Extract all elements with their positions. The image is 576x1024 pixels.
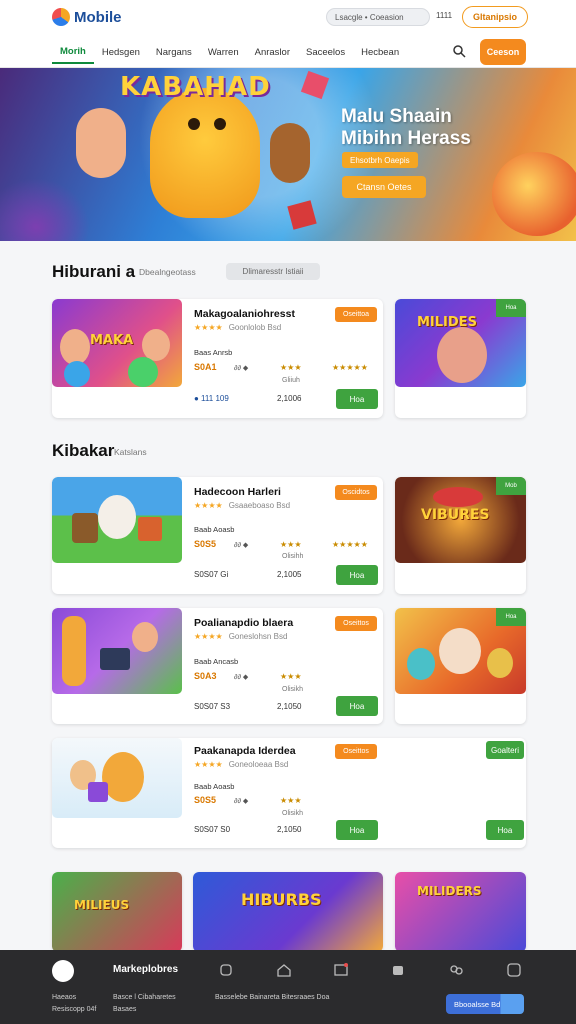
- star-rating: ★★★★ Goneslohsn Bsd: [194, 632, 288, 641]
- rating-stars-b: ★★★★★: [332, 540, 368, 549]
- card-action-button[interactable]: Hoa: [336, 696, 378, 716]
- tile-ribbon: Hoa: [496, 299, 526, 317]
- card-tag[interactable]: Oseittoa: [335, 307, 377, 322]
- game-meta: Baab Ancasb: [194, 657, 239, 666]
- game-card[interactable]: MAKA Makagoalaniohresst ★★★★ Goonlolob Bs…: [52, 299, 383, 418]
- card-action-button[interactable]: Hoa: [336, 389, 378, 409]
- rating-stars: ★★★: [280, 540, 302, 549]
- logo-icon: [52, 8, 70, 26]
- inbox-icon[interactable]: [333, 962, 349, 978]
- section-subtitle: Dbealngeotass: [139, 267, 196, 277]
- bottom-game-tile[interactable]: MILIEUS: [52, 872, 182, 952]
- side-game-tile[interactable]: VIBURES Mob: [395, 477, 526, 594]
- top-count: 1111: [436, 11, 453, 20]
- friends-icon[interactable]: [448, 962, 464, 978]
- card-footer-left: ● 111 109: [194, 394, 229, 403]
- nav-item-home[interactable]: Morih: [52, 40, 94, 64]
- card-footer-count: 2,1006: [277, 394, 302, 403]
- section-filter-pill[interactable]: Dlimaresstr Istiaii: [226, 263, 320, 280]
- bottom-bar-title: Markeplobres: [113, 964, 179, 975]
- hero-banner[interactable]: KABAHAD Malu Shaain Mibihn Herass Ehsotb…: [0, 68, 576, 241]
- hero-tag[interactable]: Ehsotbrh Oaepis: [342, 152, 418, 168]
- gamepad-icon[interactable]: [390, 962, 406, 978]
- logo-text: Mobile: [74, 8, 122, 26]
- hero-sign: KABAHAD: [120, 72, 271, 102]
- bottom-bar-button[interactable]: Bbooalsse Bd: [446, 994, 524, 1014]
- card-action-button[interactable]: Hoa: [336, 565, 378, 585]
- card-tag[interactable]: Oseittos: [335, 616, 377, 631]
- profile-icon[interactable]: [506, 962, 522, 978]
- game-card[interactable]: Poalianapdio blaera ★★★★ Goneslohsn Bsd B…: [52, 608, 383, 724]
- card-footer-left: S0S07 S3: [194, 702, 231, 711]
- nav-item-4[interactable]: Warren: [200, 40, 247, 64]
- hero-character-bear: [270, 123, 310, 183]
- game-title[interactable]: Paakanapda Iderdea: [194, 745, 296, 757]
- bottom-game-tile[interactable]: HIBURBS: [193, 872, 383, 952]
- card-tag[interactable]: Oseittos: [335, 744, 377, 759]
- card-footer-count: 2,1050: [277, 825, 302, 834]
- hero-button[interactable]: Ctansn Oetes: [342, 176, 426, 198]
- hero-title: Malu Shaain Mibihn Herass: [341, 106, 471, 149]
- star-rating: ★★★★ Goonlolob Bsd: [194, 323, 282, 332]
- game-meta: Baab Aoasb: [194, 525, 235, 534]
- nav-item-6[interactable]: Saceelos: [298, 40, 353, 64]
- nav-item-5[interactable]: Anraslor: [247, 40, 298, 64]
- game-thumbnail[interactable]: [52, 608, 182, 694]
- section-subtitle: Katslans: [114, 447, 147, 457]
- game-thumbnail[interactable]: [52, 477, 182, 563]
- card-footer-left: S0S07 Gi: [194, 570, 229, 579]
- home-icon[interactable]: [276, 962, 292, 978]
- game-card[interactable]: Hadecoon Harleri ★★★★ Gsaaeboaso Bsd Baab…: [52, 477, 383, 594]
- panda-avatar-icon[interactable]: [52, 960, 74, 982]
- game-card[interactable]: Paakanapda Iderdea ★★★★ Goneoloeaa Bsd Ba…: [52, 738, 526, 848]
- tile-ribbon: Hoa: [496, 608, 526, 626]
- section-title: Hiburani a: [52, 262, 136, 281]
- game-title[interactable]: Hadecoon Harleri: [194, 486, 281, 498]
- game-title[interactable]: Makagoalaniohresst: [194, 308, 295, 320]
- rating-stars-b: ★★★★★: [332, 363, 368, 372]
- star-rating: ★★★★ Goneoloeaa Bsd: [194, 760, 289, 769]
- nav-item-7[interactable]: Hecbean: [353, 40, 407, 64]
- card-tag[interactable]: Oscidtos: [335, 485, 377, 500]
- bottom-game-tile[interactable]: MILIDERS: [395, 872, 526, 952]
- main-nav: Morih Hedsgen Nargans Warren Anraslor Sa…: [52, 40, 407, 64]
- rating-stars: ★★★: [280, 672, 302, 681]
- game-title[interactable]: Poalianapdio blaera: [194, 617, 293, 629]
- game-price: S0S5: [194, 539, 217, 549]
- hero-leaf-decoration: [0, 178, 90, 241]
- tile-action-button[interactable]: Hoa: [486, 820, 524, 840]
- game-meta: Baas Anrsb: [194, 348, 233, 357]
- top-search-input[interactable]: Lsacgle • Coeasion: [326, 8, 430, 26]
- hero-character-girl: [76, 108, 126, 178]
- game-price: S0A1: [194, 362, 217, 372]
- nav-item-3[interactable]: Nargans: [148, 40, 200, 64]
- side-game-tile[interactable]: Hoa: [395, 608, 526, 724]
- rating-stars: ★★★: [280, 363, 302, 372]
- nav-item-2[interactable]: Hedsgen: [94, 40, 148, 64]
- game-price: S0S5: [194, 795, 217, 805]
- card-footer-count: 2,1050: [277, 702, 302, 711]
- star-rating: ★★★★ Gsaaeboaso Bsd: [194, 501, 291, 510]
- rating-stars: ★★★: [280, 796, 302, 805]
- card-footer-left: S0S07 S0: [194, 825, 231, 834]
- tile-ribbon-button[interactable]: Goalteri: [486, 741, 524, 759]
- hero-balloon: [492, 152, 576, 236]
- hero-mascot: [150, 88, 260, 218]
- nav-cta-button[interactable]: Ceeson: [480, 39, 526, 65]
- game-thumbnail[interactable]: MAKA: [52, 299, 182, 387]
- section-title: Kibakar: [52, 441, 115, 460]
- phone-icon[interactable]: [218, 962, 234, 978]
- search-icon[interactable]: [452, 44, 466, 58]
- game-meta: Baab Aoasb: [194, 782, 235, 791]
- top-action-button[interactable]: Gltanipsio: [462, 6, 528, 28]
- logo[interactable]: Mobile: [52, 8, 122, 26]
- site-header: Mobile Lsacgle • Coeasion 1111 Gltanipsi…: [0, 0, 576, 68]
- side-game-tile[interactable]: MILIDES Hoa: [395, 299, 526, 418]
- game-thumbnail[interactable]: [52, 738, 182, 818]
- game-price: S0A3: [194, 671, 217, 681]
- tile-ribbon: Mob: [496, 477, 526, 495]
- card-footer-count: 2,1005: [277, 570, 302, 579]
- card-action-button[interactable]: Hoa: [336, 820, 378, 840]
